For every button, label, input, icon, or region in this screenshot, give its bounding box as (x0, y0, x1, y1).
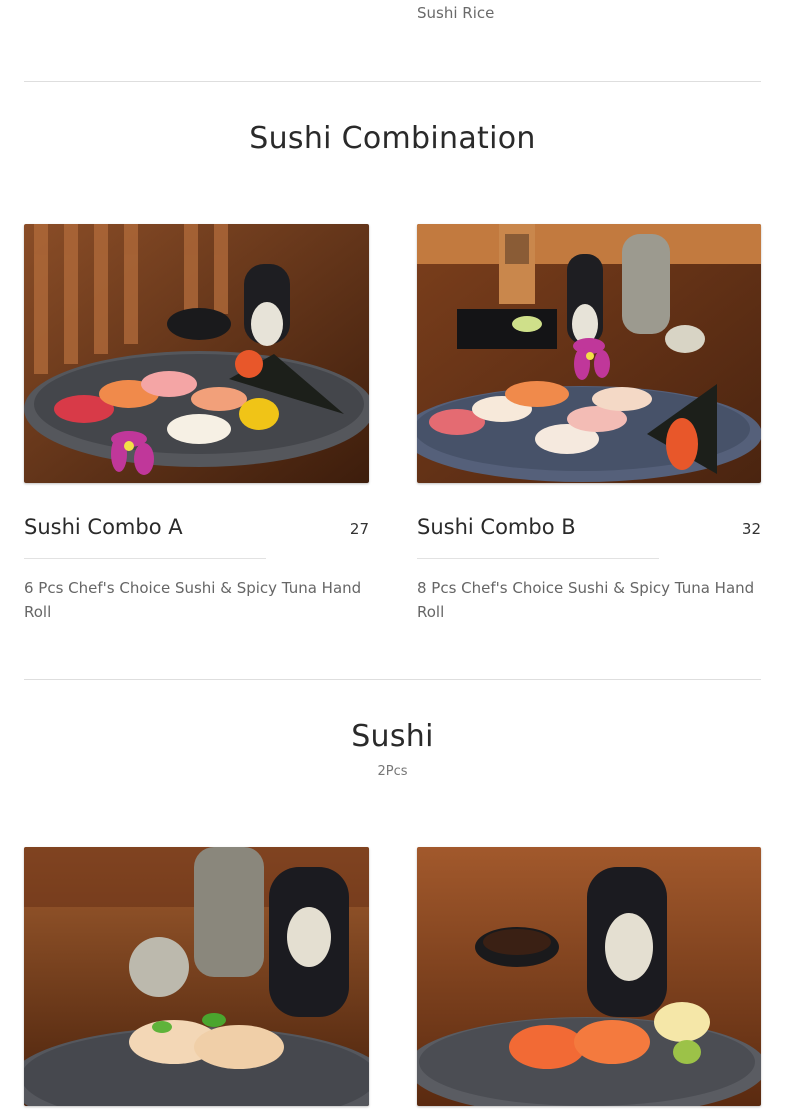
section-title-sushi: Sushi (351, 719, 434, 754)
section-subtitle: 2Pcs (377, 764, 408, 779)
sushi-combo-b-photo[interactable] (417, 224, 761, 483)
sushi-combo-a-image (24, 224, 369, 483)
item-name-sushi-combo-a[interactable]: Sushi Combo A (24, 515, 183, 539)
section-divider (24, 679, 761, 680)
yellowtail-sushi-photo[interactable] (24, 847, 369, 1106)
item-rule (417, 558, 659, 559)
sushi-combo-a-photo[interactable] (24, 224, 369, 483)
salmon-sushi-photo[interactable] (417, 847, 761, 1106)
salmon-sushi-image (417, 847, 761, 1106)
sushi-combo-b-image (417, 224, 761, 483)
item-rule (24, 558, 266, 559)
item-description-sushi-combo-b: 8 Pcs Chef's Choice Sushi & Spicy Tuna H… (417, 579, 755, 621)
item-description-sushi-combo-a: 6 Pcs Chef's Choice Sushi & Spicy Tuna H… (24, 579, 362, 621)
item-name-sushi-combo-b[interactable]: Sushi Combo B (417, 515, 576, 539)
section-divider (24, 81, 761, 82)
item-price-sushi-combo-b: 32 (741, 520, 761, 538)
yellowtail-sushi-image (24, 847, 369, 1106)
previous-item-description: Sushi Rice (417, 4, 495, 22)
item-price-sushi-combo-a: 27 (349, 520, 369, 538)
section-title-sushi-combination: Sushi Combination (249, 121, 536, 156)
